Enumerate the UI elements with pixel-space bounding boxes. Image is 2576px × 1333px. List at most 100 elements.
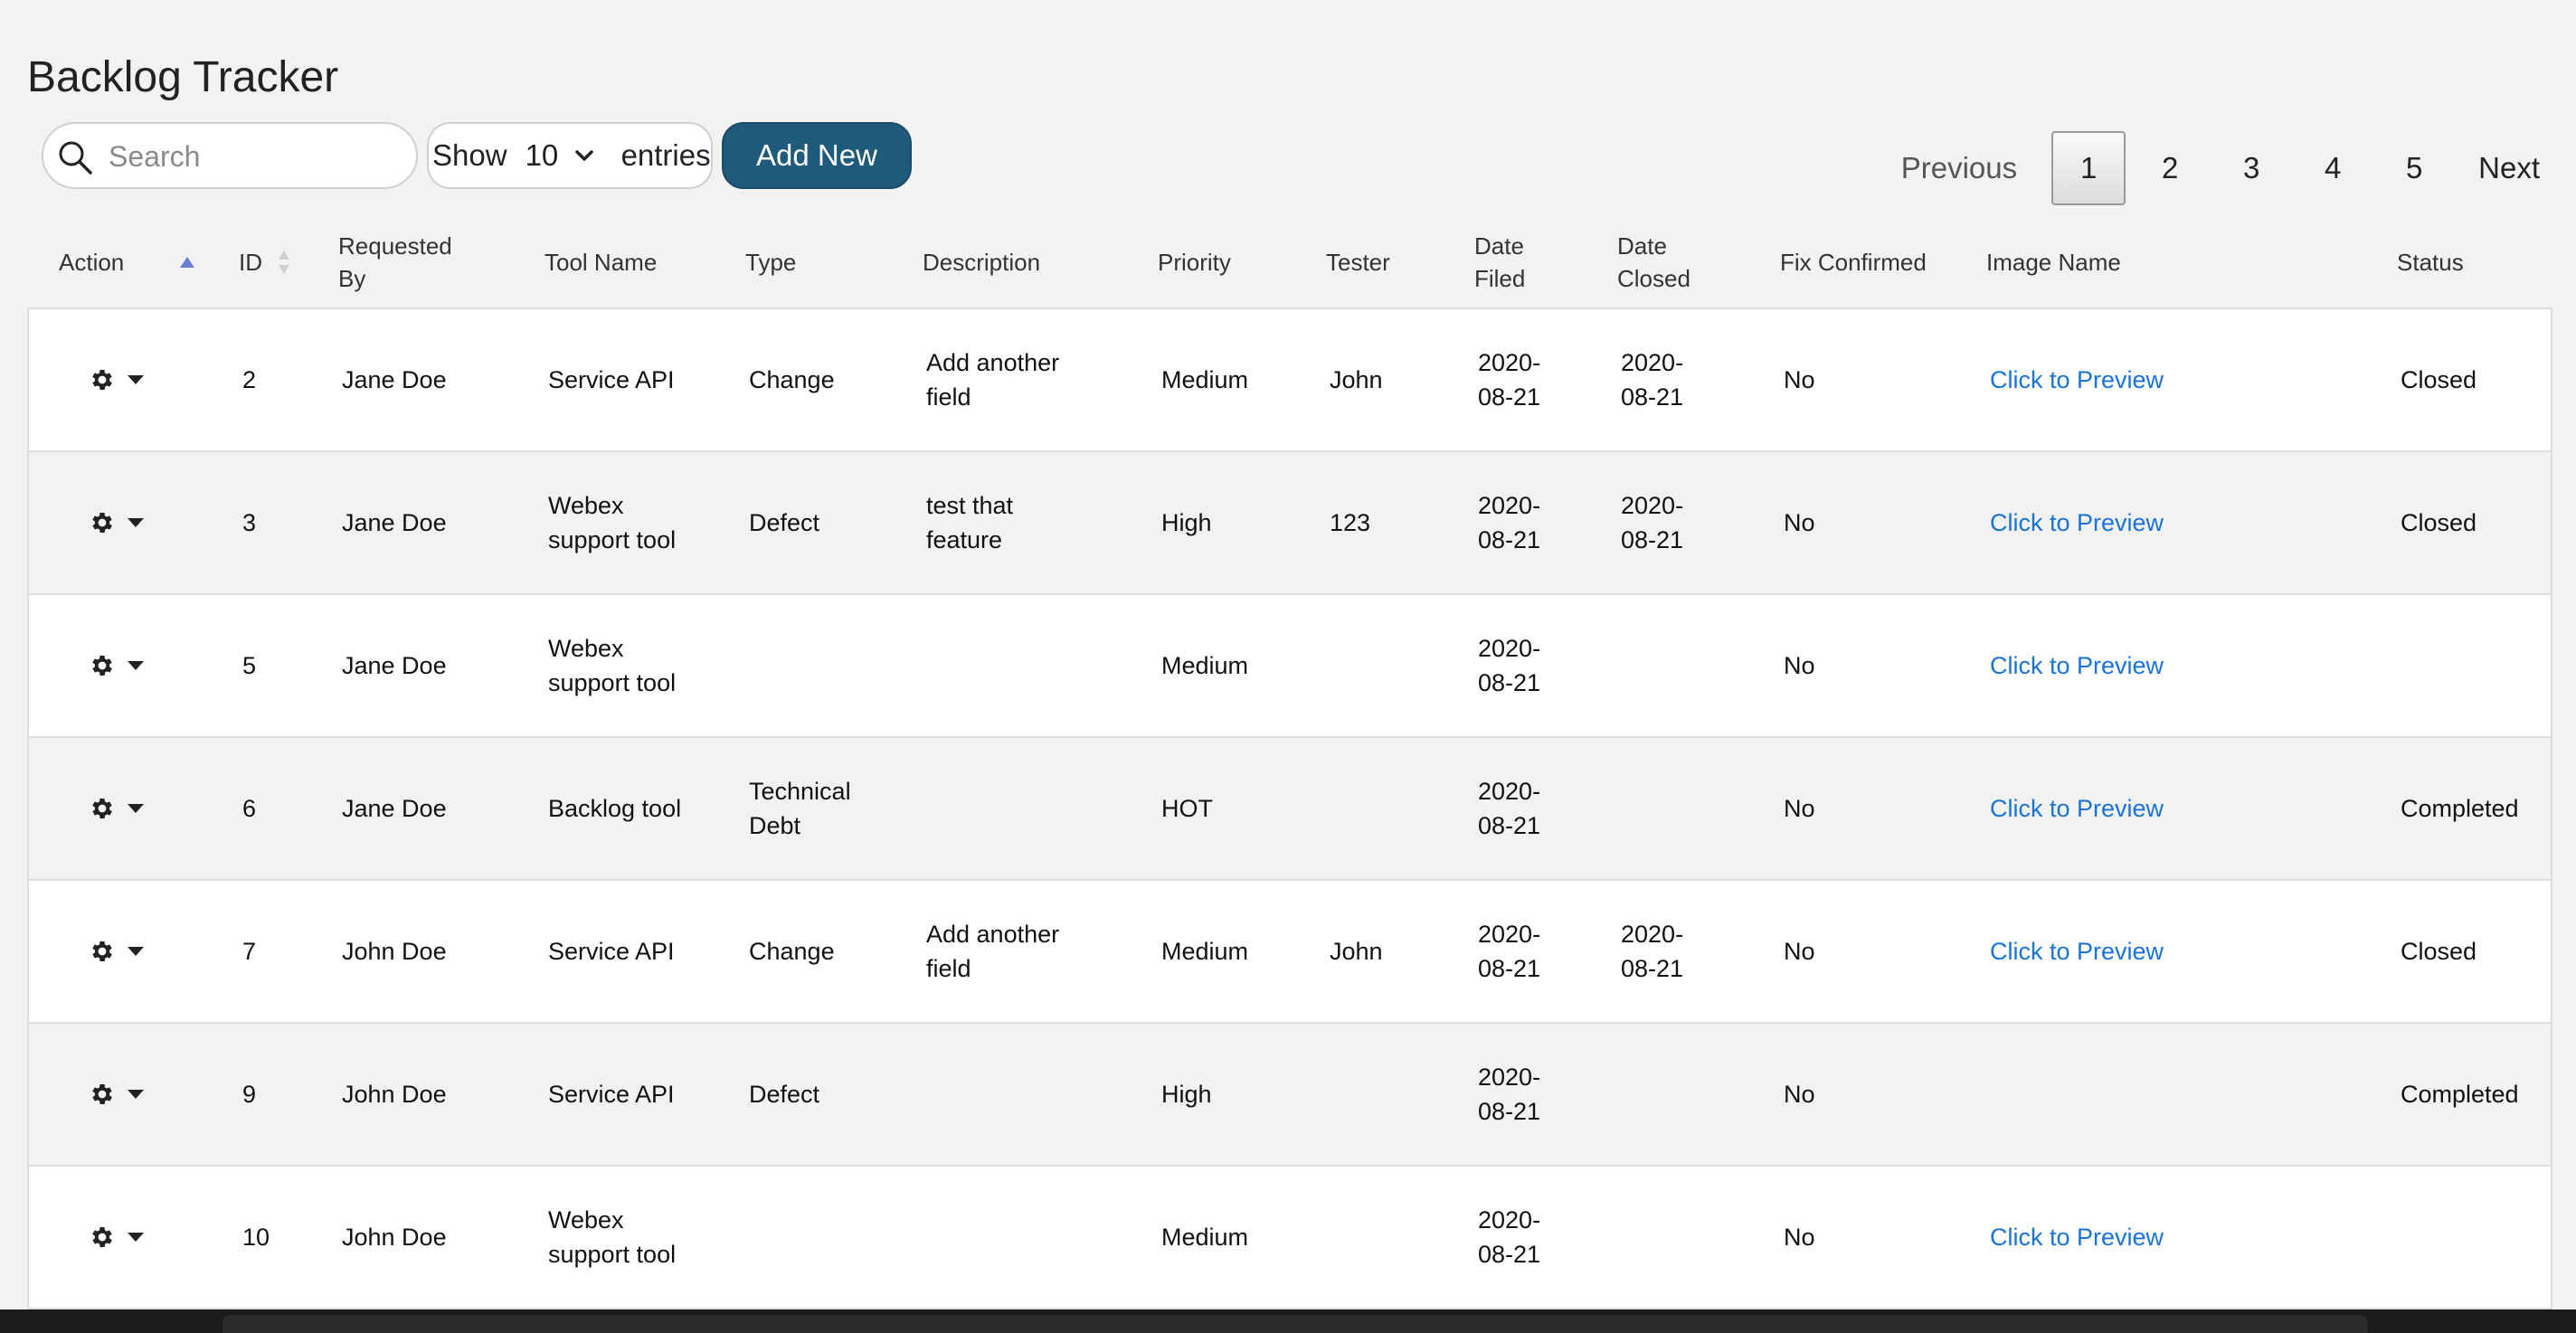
- cell-type-line: Defect: [749, 509, 820, 536]
- page-4-button[interactable]: 4: [2296, 131, 2370, 205]
- image-preview-link[interactable]: Click to Preview: [1990, 1167, 2164, 1308]
- col-header-date-closed[interactable]: Date Closed: [1617, 217, 1690, 307]
- cell-description-line: test that: [926, 492, 1014, 519]
- col-header-date-filed[interactable]: Date Filed: [1474, 217, 1525, 307]
- cell-type-text: Change: [749, 363, 835, 397]
- row-action-trigger[interactable]: [89, 795, 145, 822]
- cell-date-filed-line: 2020-: [1478, 1064, 1541, 1091]
- image-preview-link[interactable]: Click to Preview: [1990, 309, 2164, 450]
- row-action-trigger[interactable]: [89, 938, 145, 965]
- cell-date-filed-text: 2020- 08-21: [1478, 488, 1540, 557]
- col-header-requested-by[interactable]: Requested By: [338, 217, 452, 307]
- cell-status: Completed: [2401, 795, 2519, 822]
- cell-id: 2: [242, 366, 257, 393]
- cell-tool: Webex support tool: [548, 452, 676, 593]
- cell-date-closed-line: 2020-: [1621, 921, 1684, 948]
- row-action-trigger[interactable]: [89, 1081, 145, 1108]
- col-header-id[interactable]: ID: [239, 217, 291, 307]
- cell-type-line: Technical: [749, 778, 851, 805]
- page-1-button[interactable]: 1: [2051, 131, 2126, 205]
- cell-tool: Service API: [548, 309, 675, 450]
- image-preview-link[interactable]: Click to Preview: [1990, 452, 2164, 593]
- row-action-menu[interactable]: [89, 595, 145, 736]
- cell-status: Closed: [2401, 366, 2477, 393]
- cell-tool-text: Service API: [548, 1077, 675, 1111]
- row-action-menu[interactable]: [89, 738, 145, 879]
- cell-description-line: Add another: [926, 349, 1060, 376]
- row-action-trigger[interactable]: [89, 366, 145, 393]
- next-page-button[interactable]: Next: [2478, 151, 2540, 185]
- row-action-menu[interactable]: [89, 1167, 145, 1308]
- cell-tool-line: Webex: [548, 1206, 624, 1234]
- cell-fix-confirmed: No: [1784, 1224, 1815, 1251]
- cell-description-text: Add another field: [926, 917, 1059, 986]
- show-label: Show: [432, 138, 507, 172]
- chevron-down-icon: [575, 150, 594, 161]
- col-header-description[interactable]: Description: [923, 217, 1040, 307]
- cell-date-filed-line: 2020-: [1478, 778, 1541, 805]
- os-dock: [0, 1309, 2576, 1333]
- cell-date-filed-line: 08-21: [1478, 383, 1541, 411]
- search-box[interactable]: [42, 122, 418, 189]
- cell-id: 7: [242, 938, 257, 965]
- cell-requested-by: Jane Doe: [342, 795, 447, 822]
- cell-priority: High: [1161, 509, 1212, 536]
- entries-label: entries: [620, 138, 711, 172]
- cell-date-closed-line: 08-21: [1621, 955, 1684, 982]
- cell-description-line: Add another: [926, 921, 1060, 948]
- cell-description-text: Add another field: [926, 345, 1059, 414]
- col-header-type[interactable]: Type: [745, 217, 796, 307]
- row-action-menu[interactable]: [89, 1024, 145, 1165]
- cell-id: 10: [242, 1224, 270, 1251]
- col-header-image-name[interactable]: Image Name: [1986, 217, 2121, 307]
- cell-tool-line: Webex: [548, 492, 624, 519]
- cell-tool: Backlog tool: [548, 738, 681, 879]
- row-action-menu[interactable]: [89, 452, 145, 593]
- col-header-fix-confirmed[interactable]: Fix Confirmed: [1780, 217, 1927, 307]
- cell-date-filed-text: 2020- 08-21: [1478, 774, 1540, 843]
- image-preview-link[interactable]: Click to Preview: [1990, 595, 2164, 736]
- image-preview-link[interactable]: Click to Preview: [1990, 881, 2164, 1022]
- cell-date-filed-line: 08-21: [1478, 955, 1541, 982]
- cell-type-line: Debt: [749, 812, 801, 839]
- previous-page-button[interactable]: Previous: [1901, 151, 2017, 185]
- search-input[interactable]: [107, 133, 396, 180]
- col-header-status[interactable]: Status: [2397, 217, 2464, 307]
- row-action-trigger[interactable]: [89, 509, 145, 536]
- cell-fix-confirmed: No: [1784, 509, 1815, 536]
- row-action-menu[interactable]: [89, 309, 145, 450]
- entries-select[interactable]: 10: [526, 138, 616, 173]
- page-5-button[interactable]: 5: [2377, 131, 2451, 205]
- col-header-tool-name[interactable]: Tool Name: [545, 217, 657, 307]
- cell-fix-confirmed: No: [1784, 652, 1815, 679]
- add-new-button[interactable]: Add New: [722, 122, 912, 189]
- cell-date-filed-line: 08-21: [1478, 669, 1541, 696]
- cell-description-line: feature: [926, 526, 1003, 553]
- cell-date-filed-line: 2020-: [1478, 635, 1541, 662]
- cell-type-text: Change: [749, 934, 835, 969]
- entries-control: Show 10 entries: [427, 122, 713, 189]
- col-header-date-filed-line2: Filed: [1474, 265, 1526, 292]
- cell-tool: Service API: [548, 881, 675, 1022]
- page-2-button[interactable]: 2: [2133, 131, 2207, 205]
- cell-type-text: Defect: [749, 1077, 819, 1111]
- cell-tester: John: [1330, 366, 1383, 393]
- col-header-tester[interactable]: Tester: [1326, 217, 1390, 307]
- cell-date-filed-line: 2020-: [1478, 921, 1541, 948]
- row-action-trigger[interactable]: [89, 652, 145, 679]
- cell-date-filed-text: 2020- 08-21: [1478, 917, 1540, 986]
- gear-icon: [92, 513, 112, 533]
- row-action-trigger[interactable]: [89, 1224, 145, 1251]
- cell-tool-line: Service API: [548, 366, 675, 393]
- cell-type-line: Change: [749, 938, 835, 965]
- page-3-button[interactable]: 3: [2214, 131, 2288, 205]
- col-header-action[interactable]: Action: [59, 217, 196, 307]
- image-preview-link[interactable]: Click to Preview: [1990, 738, 2164, 879]
- col-header-priority[interactable]: Priority: [1158, 217, 1231, 307]
- cell-tool-text: Webex support tool: [548, 1203, 676, 1272]
- caret-down-icon: [128, 661, 144, 670]
- row-action-menu[interactable]: [89, 881, 145, 1022]
- cell-priority: High: [1161, 1081, 1212, 1108]
- cell-date-filed: 2020- 08-21: [1478, 309, 1540, 450]
- cell-description: Add another field: [926, 881, 1059, 1022]
